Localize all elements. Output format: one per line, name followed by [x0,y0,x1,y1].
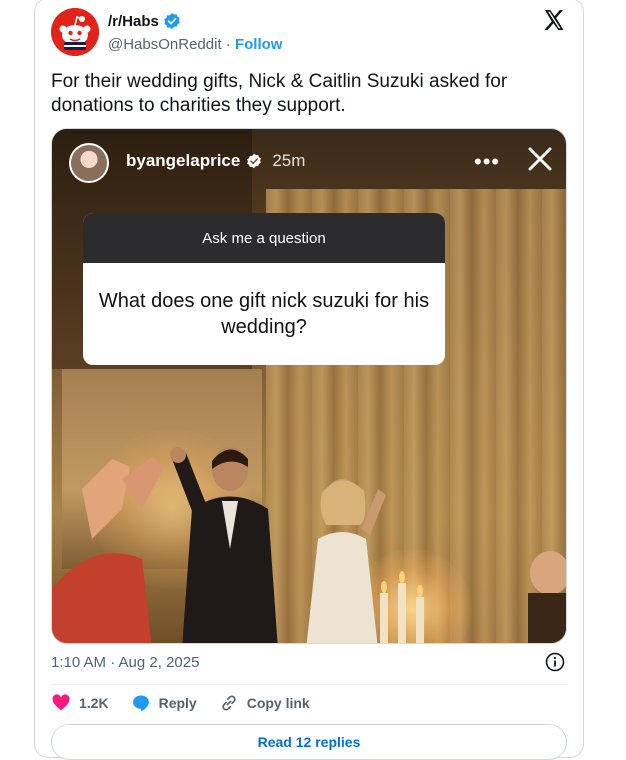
info-icon[interactable] [545,652,565,672]
question-sticker-header: Ask me a question [83,213,445,263]
link-icon [222,695,236,711]
story-author-avatar[interactable] [69,143,109,183]
story-more-icon[interactable]: ••• [474,149,500,175]
copy-link-button[interactable]: Copy link [219,693,310,713]
author-name-row: /r/Habs [108,12,181,30]
story-user-row: byangelaprice 25m [126,151,305,171]
heart-icon [52,694,70,711]
verified-badge-icon [164,12,180,30]
guest-figure [528,551,566,643]
question-sticker: Ask me a question What does one gift nic… [83,213,445,365]
clapping-hands [52,457,164,643]
read-replies-button[interactable]: Read 12 replies [51,724,567,760]
copy-link-label: Copy link [246,695,310,711]
tweet-timestamp[interactable]: 1:10 AM · Aug 2, 2025 [51,654,199,671]
tweet-media-image[interactable]: byangelaprice 25m ••• Ask me a question … [51,128,567,644]
like-count: 1.2K [79,695,109,711]
candles [380,571,424,643]
reddit-logo-icon [51,8,99,56]
story-time: 25m [272,151,306,170]
like-button[interactable]: 1.2K [51,693,109,713]
author-handle-row: @HabsOnReddit · Follow [108,36,282,53]
question-sticker-text: What does one gift nick suzuki for his w… [98,290,430,338]
handle-separator: · [221,36,235,53]
author-avatar[interactable] [51,8,99,56]
reply-label: Reply [158,695,197,711]
story-verified-icon [247,153,262,169]
story-close-icon[interactable] [526,145,554,173]
action-bar: 1.2K Reply Copy link [51,693,310,713]
reply-bubble-icon [132,695,149,712]
reply-button[interactable]: Reply [131,693,197,713]
story-username[interactable]: byangelaprice [126,151,240,171]
follow-button[interactable]: Follow [235,36,283,53]
x-logo-icon[interactable] [542,8,566,32]
tweet-text: For their wedding gifts, Nick & Caitlin … [51,71,508,116]
author-handle[interactable]: @HabsOnReddit [108,36,222,53]
author-display-name[interactable]: /r/Habs [108,13,159,30]
footer-divider [51,684,567,685]
